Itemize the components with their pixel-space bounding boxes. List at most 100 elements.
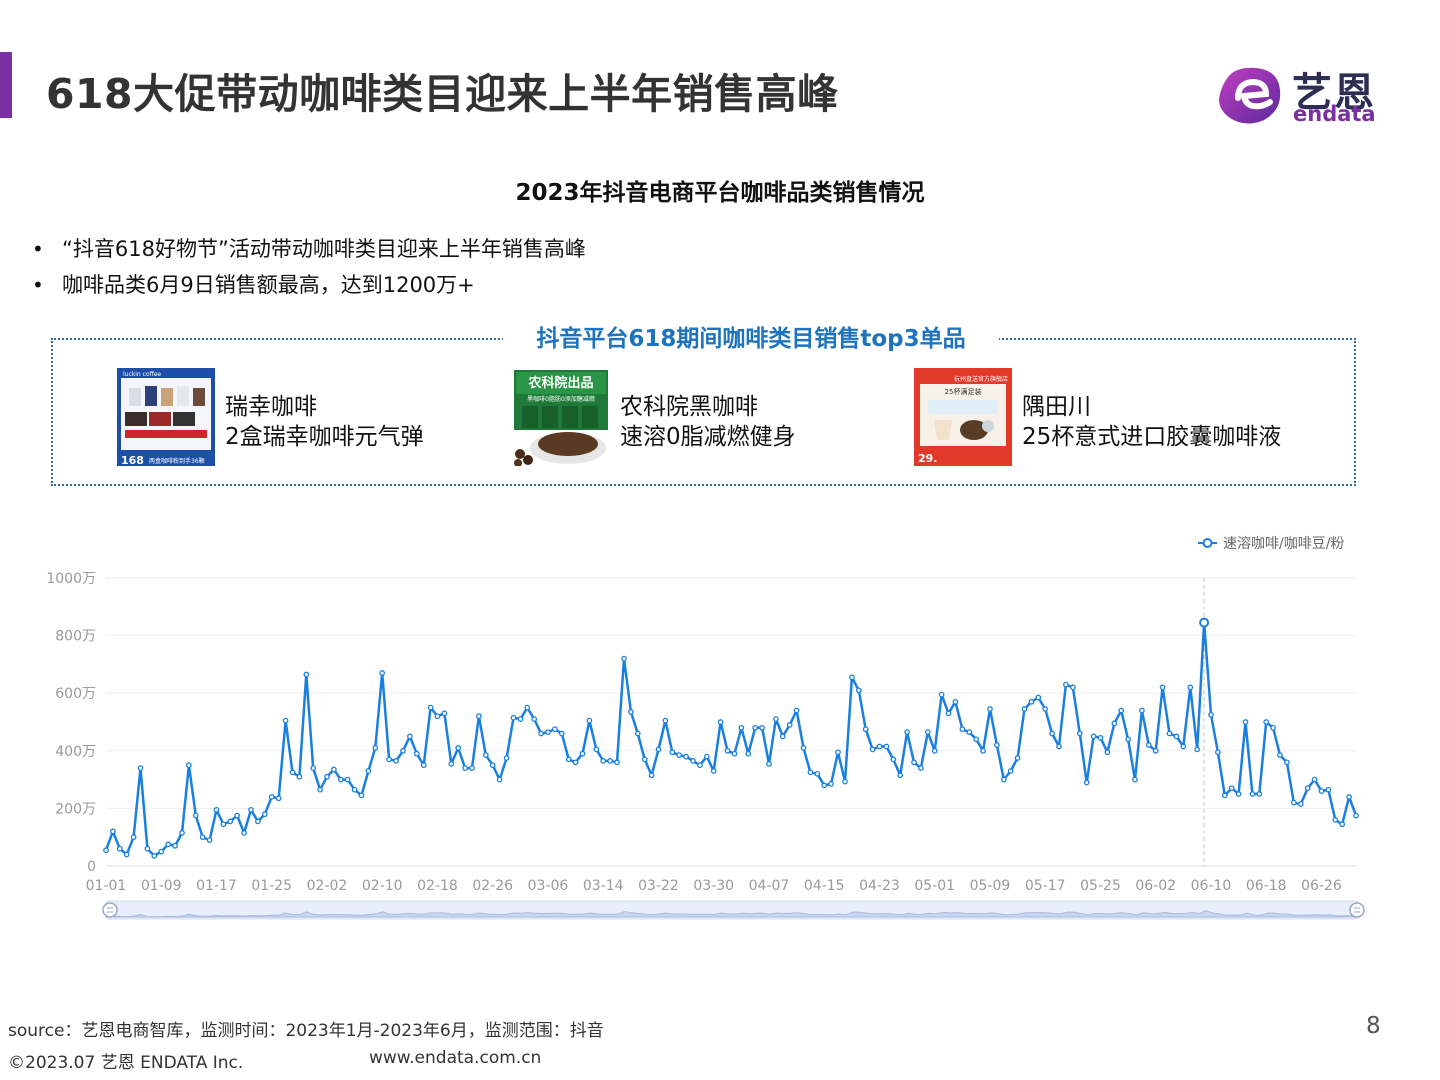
- data-point[interactable]: [1242, 719, 1249, 725]
- data-point[interactable]: [1199, 617, 1210, 628]
- data-point[interactable]: [773, 716, 779, 722]
- data-point[interactable]: [911, 759, 917, 766]
- data-point[interactable]: [1339, 821, 1346, 828]
- data-point[interactable]: [593, 746, 600, 753]
- data-point[interactable]: [455, 745, 462, 751]
- data-point[interactable]: [924, 729, 931, 735]
- data-point[interactable]: [931, 747, 938, 754]
- data-point[interactable]: [268, 794, 275, 800]
- data-point[interactable]: [206, 837, 213, 843]
- data-point[interactable]: [1097, 734, 1104, 741]
- data-point[interactable]: [1049, 730, 1055, 737]
- data-point[interactable]: [386, 756, 392, 763]
- data-point[interactable]: [1284, 759, 1290, 766]
- data-point[interactable]: [317, 786, 323, 793]
- data-point[interactable]: [918, 765, 924, 771]
- data-point[interactable]: [1125, 736, 1131, 743]
- data-point[interactable]: [703, 753, 710, 760]
- data-zoom-slider[interactable]: [102, 900, 1365, 920]
- data-point[interactable]: [1000, 776, 1007, 783]
- data-point[interactable]: [1187, 684, 1194, 691]
- data-point[interactable]: [614, 759, 620, 766]
- data-point[interactable]: [959, 726, 966, 733]
- chart-legend[interactable]: 速溶咖啡/咖啡豆/粉: [1198, 536, 1344, 552]
- data-point[interactable]: [179, 830, 185, 836]
- product-card-nongkeyuan[interactable]: 农科院出品 黑咖啡0脂肪0添加糖减燃 农科院黑咖啡 速溶0脂减燃健身: [512, 368, 892, 468]
- data-point[interactable]: [344, 776, 351, 783]
- data-point[interactable]: [275, 795, 282, 802]
- data-point[interactable]: [172, 842, 178, 849]
- data-point[interactable]: [565, 756, 572, 763]
- data-point[interactable]: [697, 762, 703, 769]
- data-point[interactable]: [1028, 698, 1035, 705]
- data-point[interactable]: [303, 671, 310, 678]
- data-point[interactable]: [710, 768, 717, 774]
- data-point[interactable]: [1021, 706, 1028, 712]
- data-point[interactable]: [365, 768, 372, 774]
- data-point[interactable]: [938, 691, 945, 698]
- data-point[interactable]: [634, 730, 641, 737]
- data-point[interactable]: [1152, 747, 1159, 754]
- data-point[interactable]: [945, 710, 952, 717]
- data-point[interactable]: [510, 714, 517, 721]
- data-point[interactable]: [1090, 733, 1097, 740]
- product-card-yutianchuan[interactable]: 杭州直送官方旗舰店 25杯满足装 29. 隅田川 25杯意式进口胶囊咖啡液: [914, 368, 1334, 468]
- data-point[interactable]: [655, 746, 662, 753]
- data-point[interactable]: [503, 755, 510, 761]
- data-point[interactable]: [1063, 681, 1069, 688]
- data-point[interactable]: [835, 749, 841, 756]
- data-point[interactable]: [579, 750, 586, 757]
- data-point[interactable]: [1118, 707, 1125, 714]
- data-point[interactable]: [607, 758, 613, 764]
- data-point[interactable]: [420, 762, 427, 769]
- data-point[interactable]: [1104, 749, 1111, 756]
- data-point[interactable]: [1173, 733, 1180, 740]
- data-point[interactable]: [116, 845, 123, 852]
- data-point[interactable]: [289, 769, 296, 776]
- data-point[interactable]: [1215, 749, 1221, 756]
- data-point[interactable]: [496, 776, 503, 783]
- data-point[interactable]: [296, 773, 303, 780]
- data-point[interactable]: [966, 729, 973, 735]
- data-point[interactable]: [110, 828, 116, 835]
- data-point[interactable]: [213, 806, 220, 813]
- data-point[interactable]: [800, 745, 807, 751]
- data-point[interactable]: [482, 752, 489, 758]
- data-point[interactable]: [980, 747, 986, 754]
- data-point[interactable]: [1083, 779, 1090, 786]
- data-point[interactable]: [165, 841, 172, 848]
- data-point[interactable]: [199, 834, 206, 841]
- data-point[interactable]: [372, 745, 379, 751]
- data-point[interactable]: [351, 786, 358, 793]
- data-point[interactable]: [192, 812, 199, 819]
- data-point[interactable]: [1014, 755, 1021, 761]
- data-point[interactable]: [220, 821, 227, 828]
- data-point[interactable]: [130, 834, 137, 841]
- data-point[interactable]: [821, 782, 828, 789]
- data-point[interactable]: [1056, 743, 1062, 750]
- data-point[interactable]: [552, 726, 558, 733]
- data-point[interactable]: [883, 743, 890, 750]
- data-point[interactable]: [1297, 801, 1304, 807]
- data-point[interactable]: [1325, 786, 1332, 793]
- data-point[interactable]: [137, 765, 144, 771]
- data-point[interactable]: [186, 762, 192, 769]
- data-point[interactable]: [379, 670, 386, 676]
- data-point[interactable]: [572, 759, 579, 766]
- data-point[interactable]: [476, 713, 482, 720]
- data-point[interactable]: [849, 674, 855, 681]
- data-point[interactable]: [1277, 752, 1283, 758]
- data-point[interactable]: [434, 713, 441, 720]
- slider-left-handle[interactable]: [102, 902, 118, 918]
- data-point[interactable]: [621, 655, 627, 662]
- data-point[interactable]: [441, 710, 448, 717]
- data-point[interactable]: [282, 717, 289, 724]
- data-point[interactable]: [151, 853, 158, 859]
- data-point[interactable]: [1208, 711, 1214, 718]
- data-point[interactable]: [890, 756, 897, 763]
- data-point[interactable]: [759, 724, 765, 731]
- data-point[interactable]: [241, 830, 247, 836]
- data-point[interactable]: [310, 765, 317, 771]
- product-card-luckin[interactable]: luckin coffee 168 两盒咖啡粉到手36颗 瑞幸咖啡 2盒瑞幸咖啡…: [117, 368, 497, 468]
- data-point[interactable]: [786, 722, 793, 728]
